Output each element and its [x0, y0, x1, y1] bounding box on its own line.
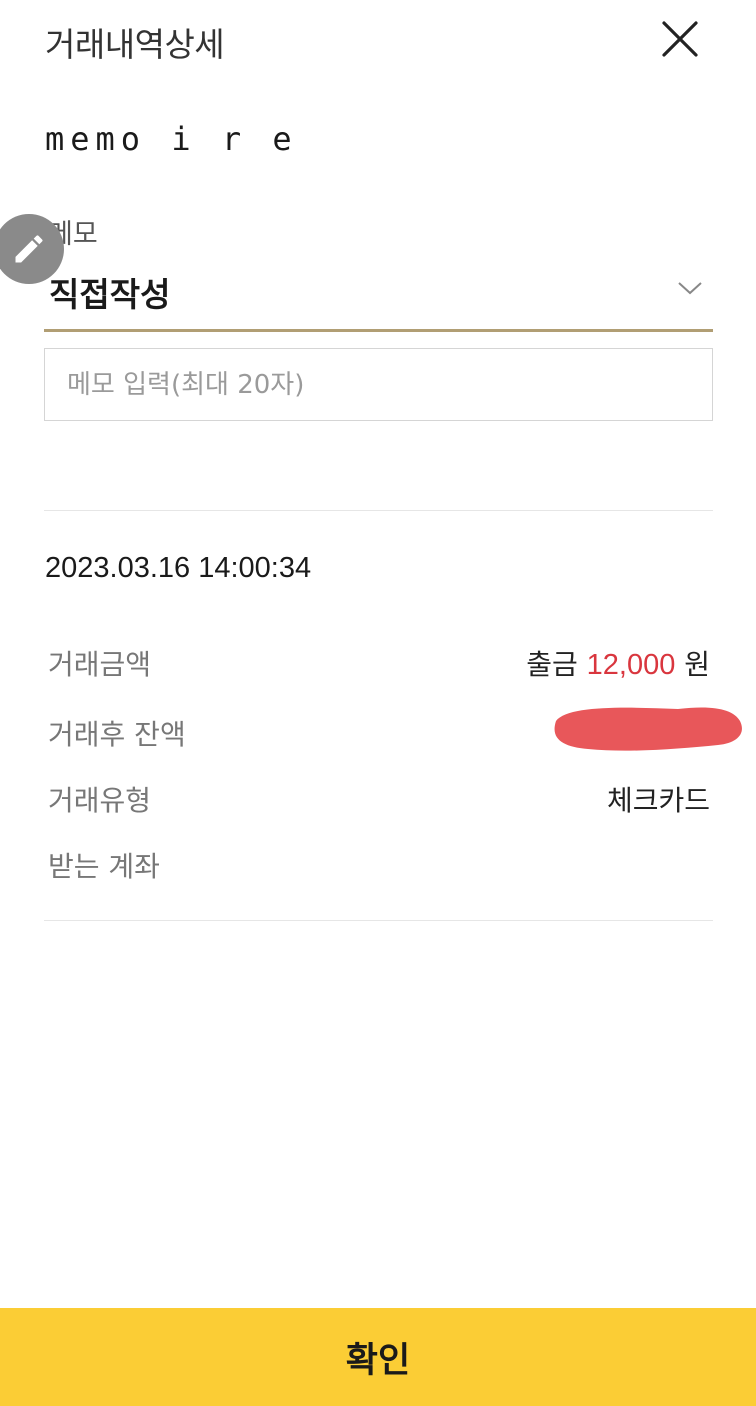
amount-unit: 원	[684, 648, 710, 681]
transaction-datetime: 2023.03.16 14:00:34	[45, 552, 312, 584]
type-value: 체크카드	[606, 784, 710, 817]
balance-label: 거래후 잔액	[48, 718, 186, 751]
type-row: 거래유형 체크카드	[48, 779, 710, 819]
amount-label: 거래금액	[48, 648, 152, 681]
recipient-label: 받는 계좌	[48, 850, 160, 883]
pencil-icon	[15, 235, 43, 263]
brand-logo-text: memo i r e	[45, 120, 298, 158]
memo-type-select[interactable]: 직접작성	[44, 258, 713, 332]
amount-number: 12,000	[586, 649, 676, 681]
memo-select-value: 직접작성	[49, 275, 171, 314]
recipient-row: 받는 계좌	[48, 845, 710, 885]
close-button[interactable]	[655, 14, 705, 64]
confirm-button[interactable]: 확인	[0, 1308, 756, 1406]
chevron-down-icon	[678, 282, 702, 295]
page-title: 거래내역상세	[45, 25, 225, 64]
section-divider	[44, 920, 713, 921]
redaction-mark	[554, 707, 742, 751]
close-icon	[662, 21, 698, 57]
amount-row: 거래금액 출금 12,000 원	[48, 643, 710, 683]
memo-input[interactable]	[44, 348, 713, 421]
withdrawal-type: 출금	[526, 648, 578, 681]
section-divider	[44, 510, 713, 511]
type-label: 거래유형	[48, 784, 152, 817]
amount-value: 출금 12,000 원	[526, 643, 710, 683]
